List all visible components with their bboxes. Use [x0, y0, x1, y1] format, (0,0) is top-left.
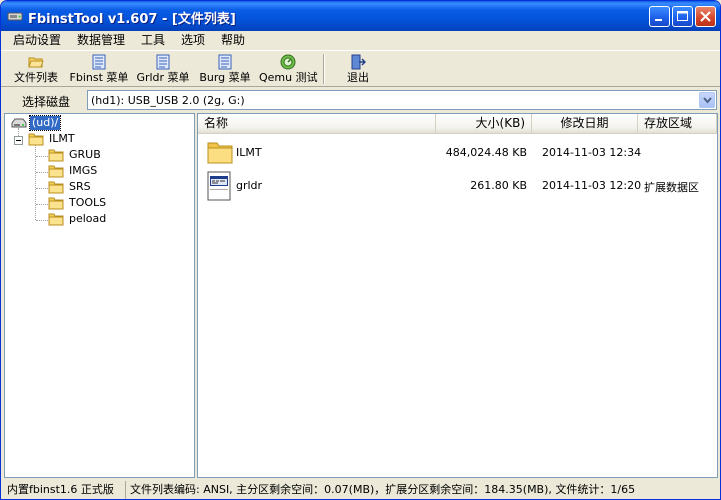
grldr-menu-button[interactable]: Grldr 菜单 — [134, 53, 192, 86]
folder-icon — [48, 197, 64, 210]
status-version: 内置fbinst1.6 正式版 — [3, 481, 126, 499]
menu-bar: 启动设置 数据管理 工具 选项 帮助 — [1, 31, 720, 49]
menu-list-icon — [218, 54, 232, 70]
maximize-button[interactable] — [672, 6, 693, 27]
tree-connector — [36, 172, 48, 173]
list-row[interactable]: grldr 261.80 KB 2014-11-03 12:20 扩展数据区 — [198, 169, 717, 203]
drive-icon — [11, 118, 27, 128]
exit-door-icon — [351, 54, 366, 70]
row-size: 484,024.48 KB — [445, 146, 527, 159]
tree-connector — [36, 204, 48, 205]
disk-select[interactable]: (hd1): USB_USB 2.0 (2g, G:) — [87, 90, 717, 110]
menu-options[interactable]: 选项 — [177, 32, 209, 48]
list-row[interactable]: ILMT 484,024.48 KB 2014-11-03 12:34 — [198, 136, 717, 170]
tree-connector — [36, 156, 48, 157]
tree-folder-grub[interactable]: GRUB — [48, 147, 168, 163]
tree-folder-srs[interactable]: SRS — [48, 179, 168, 195]
tree-folder-imgs[interactable]: IMGS — [48, 163, 168, 179]
folder-icon — [48, 165, 64, 178]
tree-connector — [36, 220, 48, 221]
toolbar-separator — [323, 54, 325, 84]
status-info: 文件列表编码: ANSI, 主分区剩余空间：0.07(MB)，扩展分区剩余空间：… — [130, 483, 636, 496]
disk-bar: 选择磁盘 (hd1): USB_USB 2.0 (2g, G:) — [1, 88, 720, 112]
menu-tools[interactable]: 工具 — [137, 32, 169, 48]
burg-menu-button[interactable]: Burg 菜单 — [197, 53, 253, 86]
menu-data-management[interactable]: 数据管理 — [73, 32, 129, 48]
row-date: 2014-11-03 12:20 — [542, 179, 642, 192]
folder-icon — [48, 213, 64, 226]
disk-label: 选择磁盘 — [22, 95, 71, 109]
folder-icon — [207, 142, 233, 164]
app-window: FbinstTool v1.607 - [文件列表] 启动设置 数据管理 工具 … — [0, 0, 721, 500]
maximize-icon — [677, 11, 688, 21]
row-name: grldr — [236, 179, 263, 192]
list-header: 名称 大小(KB) 修改日期 存放区域 — [198, 114, 717, 134]
minimize-button[interactable] — [649, 6, 670, 27]
folder-icon — [28, 133, 44, 146]
title-bar[interactable]: FbinstTool v1.607 - [文件列表] — [1, 1, 720, 31]
close-button[interactable] — [695, 6, 716, 27]
column-header-date[interactable]: 修改日期 — [532, 114, 638, 133]
toolbar: 文件列表 Fbinst 菜单 Grldr 菜单 Burg 菜单 Qemu 测试 … — [1, 50, 720, 87]
chevron-down-icon — [703, 97, 712, 104]
file-icon — [207, 171, 231, 201]
fbinst-menu-button[interactable]: Fbinst 菜单 — [68, 53, 130, 86]
row-size: 261.80 KB — [470, 179, 527, 192]
qemu-test-icon — [280, 54, 296, 70]
folder-open-icon — [28, 57, 44, 68]
folder-icon — [48, 181, 64, 194]
window-title: FbinstTool v1.607 - [文件列表] — [28, 12, 236, 27]
row-date: 2014-11-03 12:34 — [542, 146, 642, 159]
column-header-region[interactable]: 存放区域 — [638, 114, 717, 133]
row-region: 扩展数据区 — [644, 181, 699, 194]
column-header-size[interactable]: 大小(KB) — [436, 114, 532, 133]
folder-tree[interactable]: (ud)/ ILMT GRUB IMGS SRS TOOLS peload — [4, 113, 195, 478]
tree-folder-peload[interactable]: peload — [48, 211, 168, 227]
menu-list-icon — [92, 54, 106, 70]
minimize-icon — [655, 19, 662, 21]
disk-select-value: (hd1): USB_USB 2.0 (2g, G:) — [91, 94, 245, 107]
menu-list-icon — [156, 54, 170, 70]
file-list[interactable]: 名称 大小(KB) 修改日期 存放区域 ILMT 484,024.48 KB 2… — [197, 113, 718, 478]
tree-folder-ilmt[interactable]: ILMT — [28, 131, 168, 147]
dropdown-button[interactable] — [699, 92, 715, 108]
folder-icon — [48, 149, 64, 162]
menu-help[interactable]: 帮助 — [217, 32, 249, 48]
exit-button[interactable]: 退出 — [341, 53, 375, 86]
usb-drive-icon — [7, 12, 23, 21]
tree-collapse-toggle[interactable] — [14, 136, 23, 145]
file-list-button[interactable]: 文件列表 — [10, 53, 62, 86]
status-bar: 内置fbinst1.6 正式版 文件列表编码: ANSI, 主分区剩余空间：0.… — [1, 479, 720, 499]
close-icon — [700, 11, 711, 22]
qemu-test-button[interactable]: Qemu 测试 — [259, 53, 318, 86]
column-header-name[interactable]: 名称 — [198, 114, 436, 133]
tree-root[interactable]: (ud)/ — [11, 115, 161, 131]
row-name: ILMT — [236, 146, 262, 159]
tree-folder-tools[interactable]: TOOLS — [48, 195, 168, 211]
tree-connector — [36, 188, 48, 189]
menu-boot-settings[interactable]: 启动设置 — [9, 32, 65, 48]
